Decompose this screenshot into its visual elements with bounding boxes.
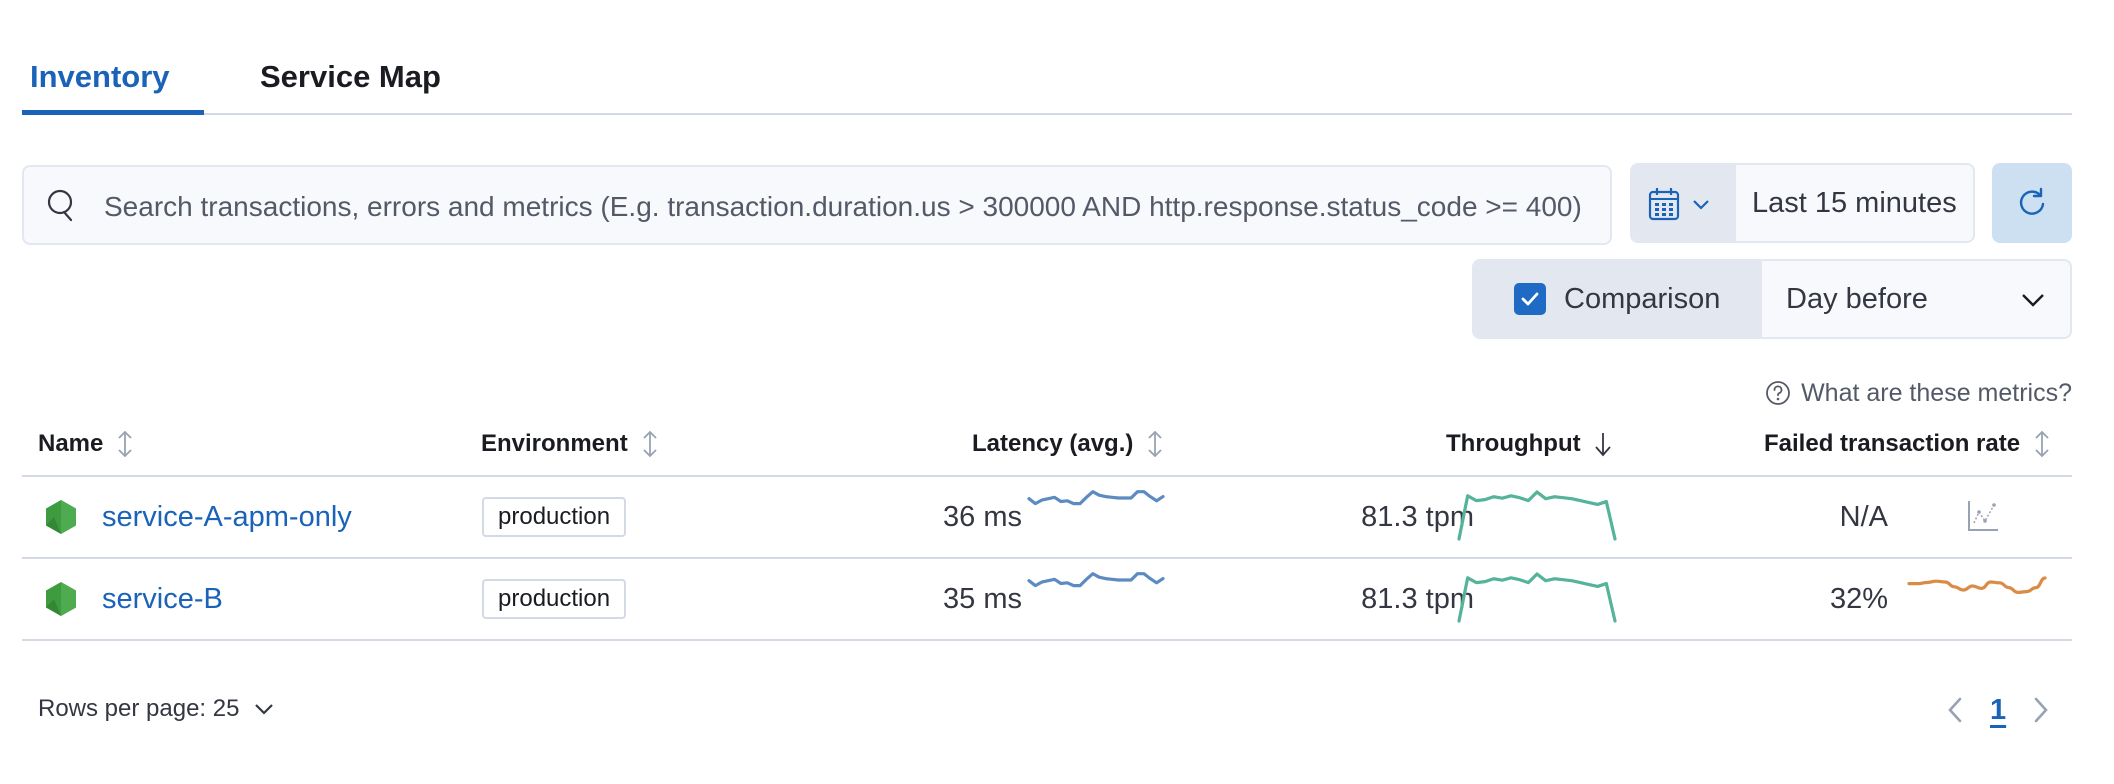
refresh-button[interactable]	[1992, 163, 2072, 243]
comparison-checkbox[interactable]	[1514, 283, 1546, 315]
sparkline-path	[1027, 572, 1165, 588]
latency-value: 36 ms	[943, 500, 1022, 533]
column-header-label: Environment	[481, 430, 628, 457]
column-header-label: Throughput	[1446, 430, 1581, 457]
search-bar[interactable]: Search transactions, errors and metrics …	[22, 165, 1612, 245]
service-name-link[interactable]: service-B	[102, 559, 223, 639]
service-name-link[interactable]: service-A-apm-only	[102, 477, 352, 557]
latency-value: 35 ms	[943, 582, 1022, 615]
sort-icon	[643, 431, 657, 457]
table-row: service-B production 35 ms 81.3 tpm 32%	[22, 559, 2072, 641]
refresh-icon	[2019, 187, 2045, 215]
column-header-label: Failed transaction rate	[1764, 430, 2021, 457]
column-header-label: Name	[38, 430, 104, 457]
sparkline-path	[1907, 576, 2047, 594]
comparison-toggle: Comparison	[1474, 261, 1762, 337]
metrics-help-label: What are these metrics?	[1801, 379, 2072, 407]
sparkline-path	[1027, 490, 1165, 506]
calendar-icon	[1648, 188, 1680, 221]
sparkline-path	[1457, 490, 1617, 541]
date-range-display[interactable]: Last 15 minutes	[1752, 165, 1957, 241]
column-header-failed-rate[interactable]: Failed transaction rate	[1764, 430, 2052, 458]
tab-service-map[interactable]: Service Map	[260, 52, 441, 102]
checkmark-icon	[1521, 292, 1539, 306]
search-input[interactable]: Search transactions, errors and metrics …	[104, 187, 1604, 227]
page-1-button[interactable]: 1	[1990, 694, 2006, 727]
comparison-control: Comparison Day before	[1472, 259, 2072, 339]
column-header-name[interactable]: Name	[38, 430, 135, 458]
throughput-sparkline	[1457, 490, 1617, 541]
column-header-throughput[interactable]: Throughput	[1446, 430, 1613, 458]
rows-per-page-label: Rows per page: 25	[38, 695, 240, 722]
chevron-down-icon	[2022, 294, 2044, 307]
environment-badge: production	[482, 559, 627, 639]
previous-page-icon[interactable]	[1946, 696, 1964, 724]
environment-badge-label: production	[482, 497, 627, 537]
sparkline-path	[1457, 572, 1617, 623]
failed-rate-value: 32%	[1829, 582, 1888, 615]
question-circle-icon	[1766, 381, 1790, 405]
sort-descending-icon	[1594, 433, 1611, 457]
nodejs-icon	[46, 500, 76, 534]
comparison-label: Comparison	[1564, 283, 1721, 315]
table-header: Name Environment Latency (avg.) Throughp…	[22, 420, 2072, 477]
tab-inventory[interactable]: Inventory	[30, 52, 170, 102]
nodejs-icon	[46, 582, 76, 616]
metrics-help-link[interactable]: What are these metrics?	[1765, 376, 2072, 410]
latency-sparkline	[1027, 572, 1165, 588]
search-icon	[47, 189, 73, 222]
chevron-down-icon	[255, 704, 274, 715]
next-page-icon[interactable]	[2032, 696, 2050, 724]
column-header-environment[interactable]: Environment	[481, 430, 660, 458]
sort-icon	[118, 431, 133, 457]
services-table: Name Environment Latency (avg.) Throughp…	[22, 420, 2072, 641]
comparison-period-value: Day before	[1786, 283, 1928, 315]
pagination: 1	[1946, 690, 2050, 730]
column-header-latency[interactable]: Latency (avg.)	[972, 430, 1165, 458]
chevron-down-icon	[1693, 200, 1709, 210]
rows-per-page-button[interactable]: Rows per page: 25	[38, 692, 275, 726]
environment-badge: production	[482, 477, 627, 557]
latency-sparkline	[1027, 490, 1165, 506]
date-picker: Last 15 minutes	[1630, 163, 1975, 243]
environment-badge-label: production	[482, 579, 627, 619]
table-row: service-A-apm-only production 36 ms 81.3…	[22, 477, 2072, 559]
sort-icon	[1148, 431, 1163, 457]
column-header-label: Latency (avg.)	[972, 430, 1134, 457]
failed-rate-sparkline	[1907, 576, 2047, 594]
quick-select-button[interactable]	[1632, 165, 1736, 241]
comparison-period-select[interactable]: Day before	[1762, 261, 2070, 337]
chart-placeholder-icon	[1968, 501, 1998, 531]
throughput-sparkline	[1457, 572, 1617, 623]
failed-rate-value: N/A	[1839, 500, 1888, 533]
sort-icon	[2035, 431, 2049, 457]
tab-bar: Inventory Service Map	[22, 40, 2072, 115]
active-tab-indicator	[22, 110, 204, 115]
